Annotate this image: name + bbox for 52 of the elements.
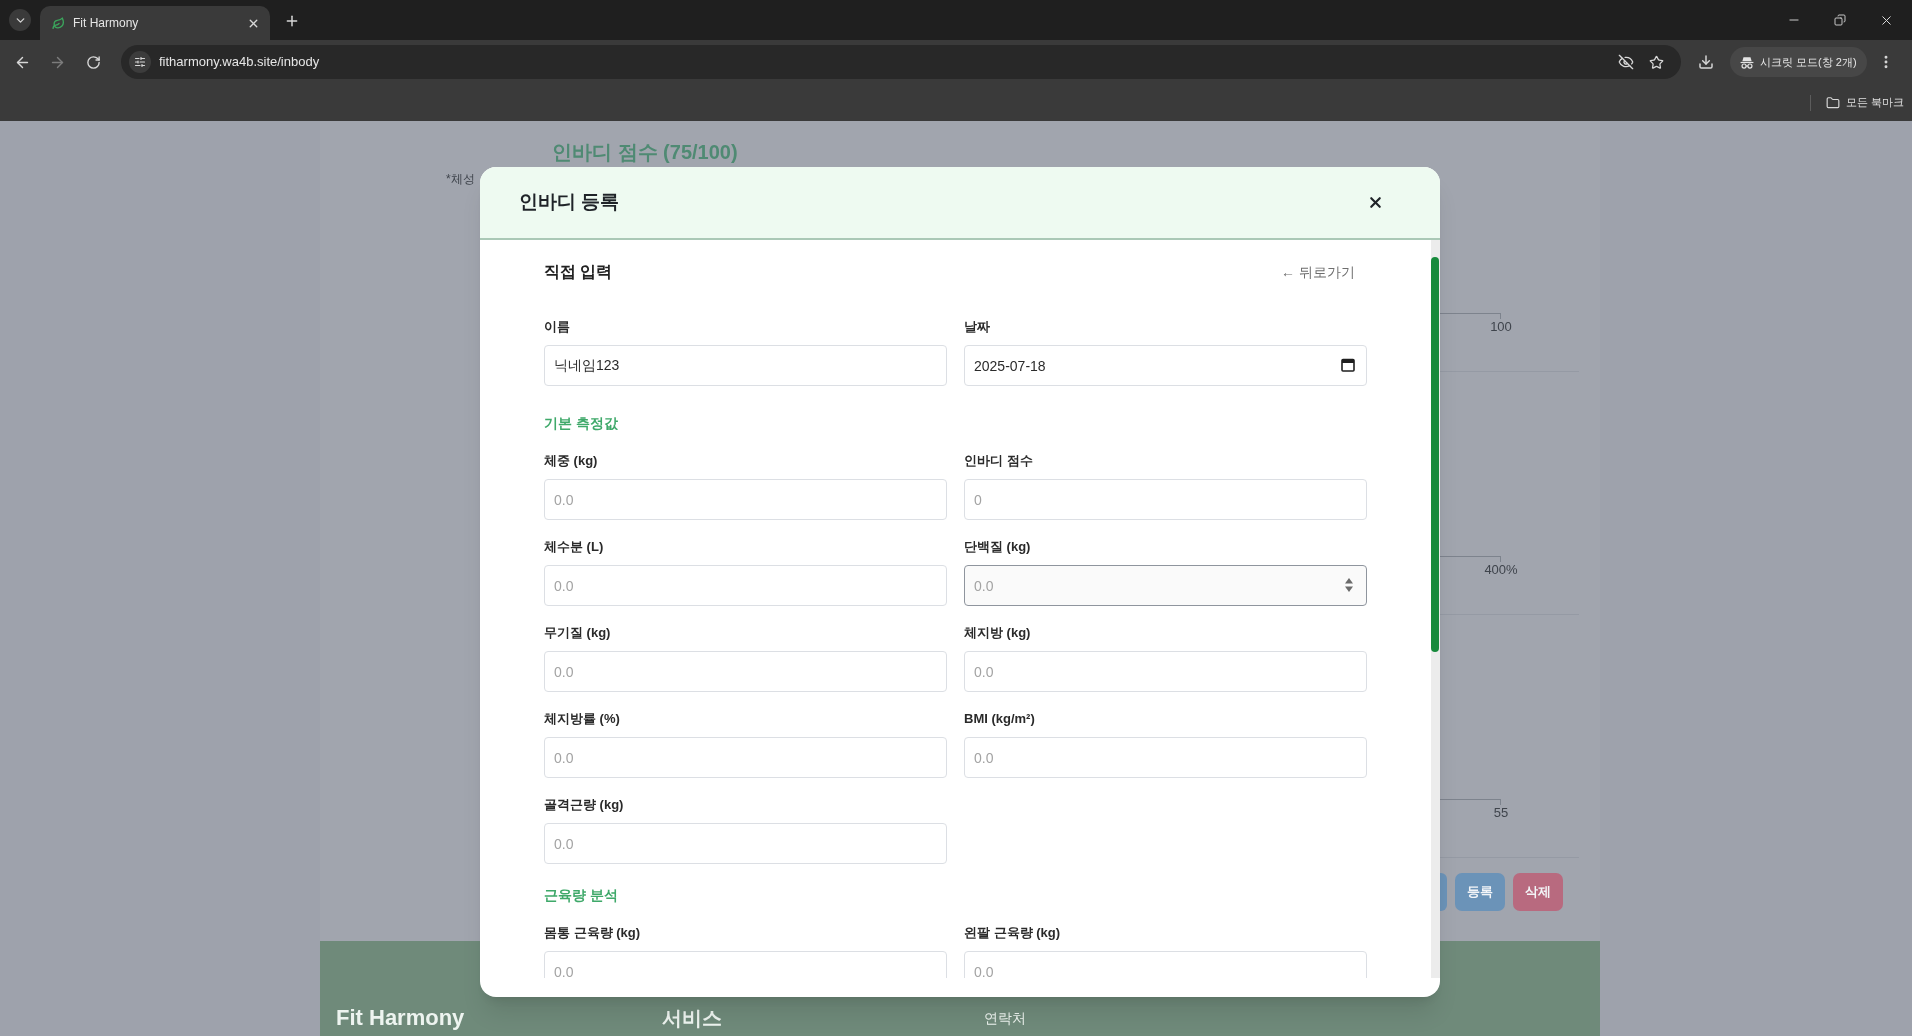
folder-icon <box>1825 95 1840 110</box>
back-link[interactable]: ← 뒤로가기 <box>1281 261 1367 283</box>
field-label: 체수분 (L) <box>544 538 604 556</box>
spinner-arrows-icon[interactable] <box>1345 578 1353 592</box>
field-label: 몸통 근육량 (kg) <box>544 924 641 942</box>
tab-search-button[interactable] <box>9 9 31 31</box>
eye-slash-icon[interactable] <box>1618 54 1634 70</box>
bookmarks-folder-button[interactable]: 모든 북마크 <box>1825 94 1904 111</box>
field-label: 단백질 (kg) <box>964 538 1031 556</box>
incognito-icon <box>1740 55 1754 69</box>
close-icon[interactable] <box>1367 194 1384 211</box>
browser-tab[interactable]: Fit Harmony <box>40 6 270 40</box>
tick-label: 100 <box>1489 319 1513 335</box>
date-field[interactable]: 2025-07-18 <box>964 345 1367 386</box>
scrollbar-track[interactable] <box>1431 240 1440 978</box>
field-label: 체지방률 (%) <box>544 710 620 728</box>
tick-label: 55 <box>1492 805 1510 821</box>
site-settings-icon[interactable] <box>129 51 151 73</box>
number-field[interactable]: 0.0 <box>964 565 1367 606</box>
modal-title: 인바디 등록 <box>519 190 620 215</box>
field-label: 골격근량 (kg) <box>544 796 624 814</box>
field-label: 체중 (kg) <box>544 452 598 470</box>
footer-label: 연락처 <box>984 1009 1026 1028</box>
footer-brand: Fit Harmony <box>336 1005 466 1031</box>
field-label: BMI (kg/m²) <box>964 710 1035 728</box>
action-button[interactable]: 삭제 <box>1513 873 1563 911</box>
download-icon[interactable] <box>1698 54 1714 70</box>
field-label: 체지방 (kg) <box>964 624 1031 642</box>
field-label: 인바디 점수 <box>964 452 1033 470</box>
calendar-icon[interactable] <box>1341 358 1355 372</box>
star-icon[interactable] <box>1649 54 1664 70</box>
scrollbar-thumb[interactable] <box>1431 257 1439 652</box>
field-label: 무기질 (kg) <box>544 624 611 642</box>
section-title: 기본 측정값 <box>544 414 618 432</box>
section-title: 근육량 분석 <box>544 886 618 904</box>
restore-icon[interactable] <box>1834 14 1846 26</box>
profile-button[interactable]: 시크릿 모드(창 2개) <box>1730 47 1867 77</box>
button-edge <box>1440 873 1447 911</box>
field-label: 이름 <box>544 318 570 336</box>
reload-icon[interactable] <box>86 54 101 70</box>
address-bar[interactable]: fitharmony.wa4b.site/inbody <box>121 45 1681 79</box>
page-note: *체성 <box>446 171 475 187</box>
leaf-icon <box>52 16 65 30</box>
plus-icon[interactable] <box>284 13 300 29</box>
footer-heading: 서비스 <box>662 1006 723 1031</box>
field-label: 왼팔 근육량 (kg) <box>964 924 1061 942</box>
field-label: 날짜 <box>964 318 990 336</box>
page-heading: 인바디 점수 (75/100) <box>552 140 738 164</box>
form-title: 직접 입력 <box>544 262 613 282</box>
url-text: fitharmony.wa4b.site/inbody <box>159 53 320 72</box>
tick-label: 400% <box>1483 562 1519 578</box>
text-field[interactable]: 닉네임123 <box>544 345 947 386</box>
